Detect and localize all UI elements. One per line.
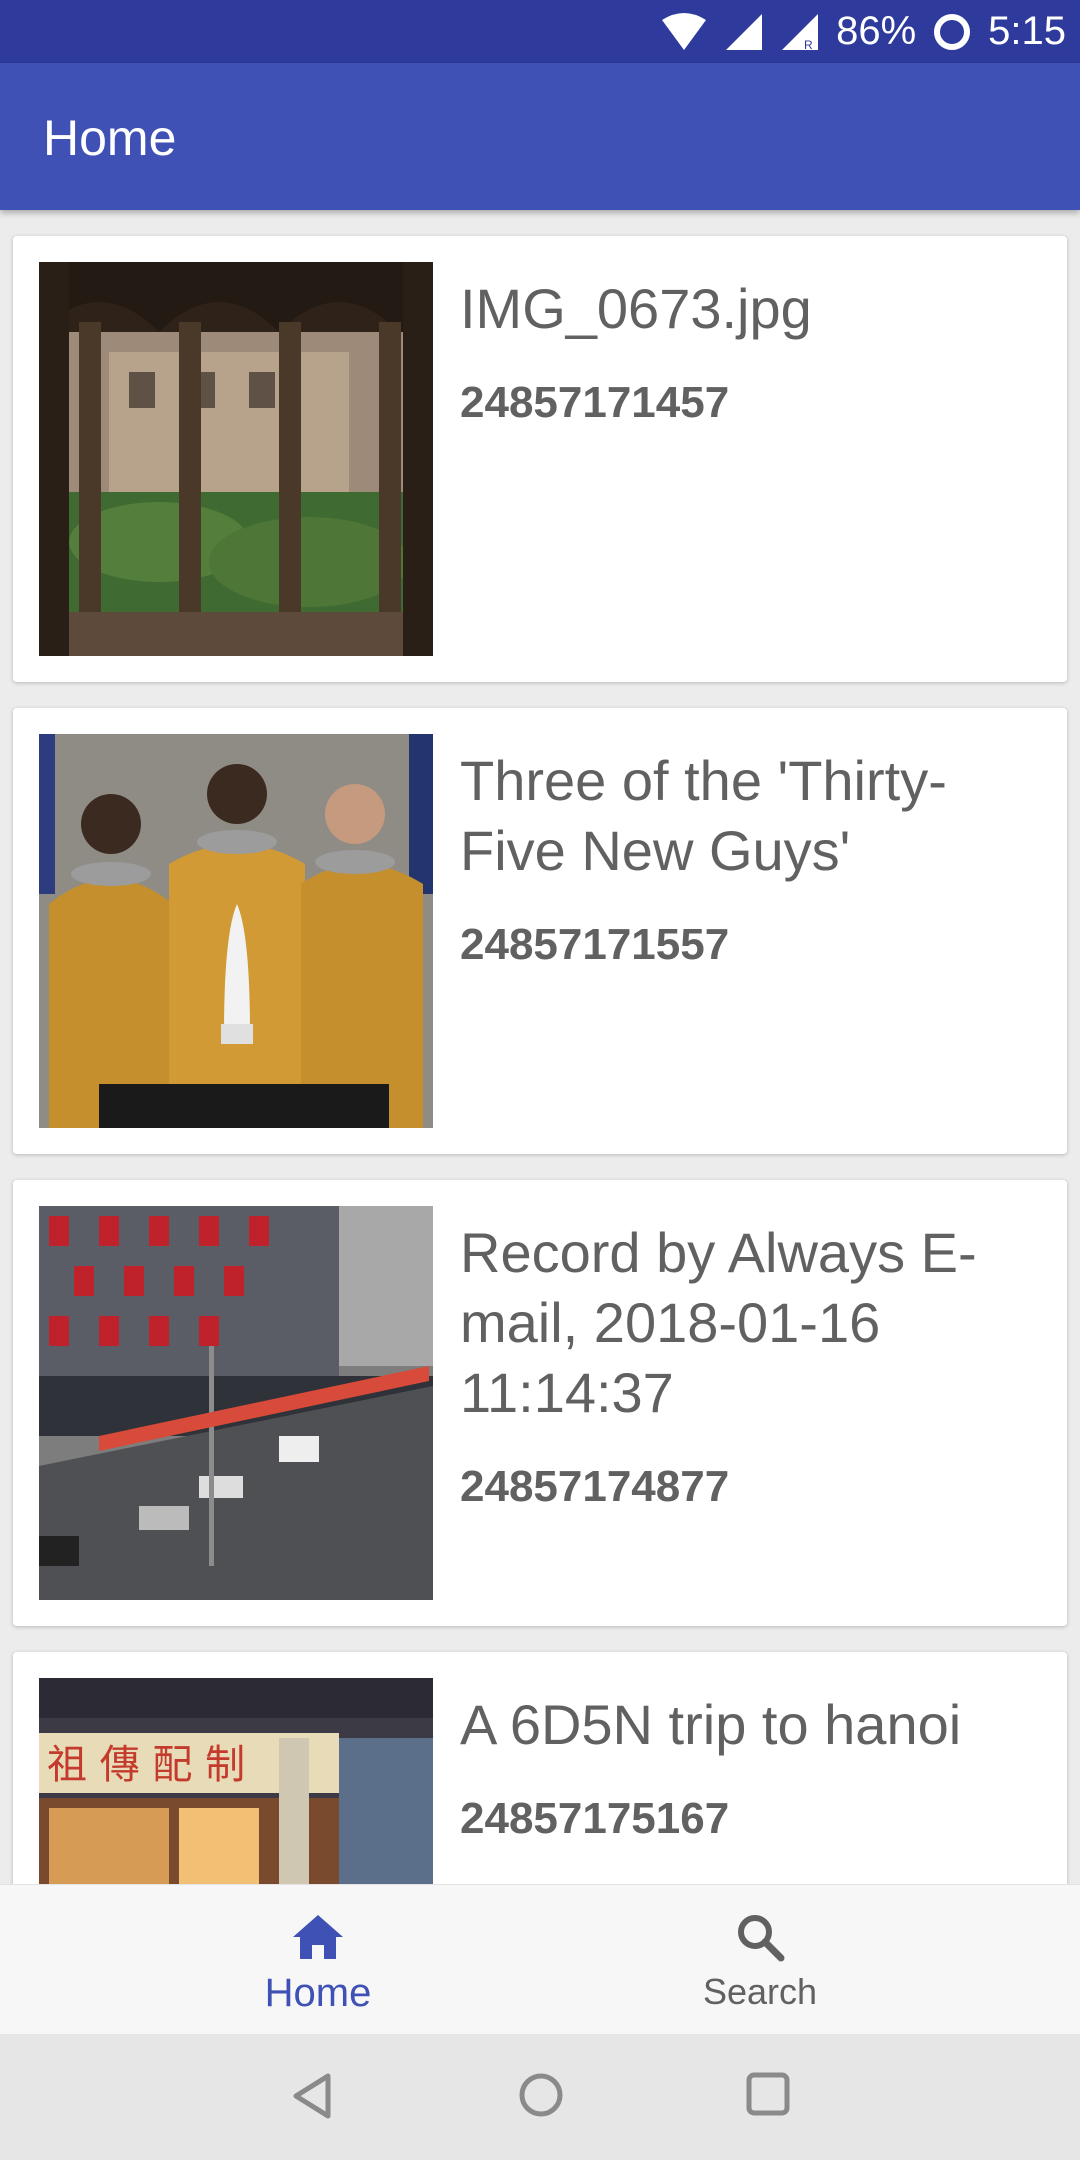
cloister-photo bbox=[39, 262, 433, 656]
street-photo bbox=[39, 1206, 433, 1600]
card-id: 24857171557 bbox=[460, 920, 730, 969]
page-title: Home bbox=[43, 110, 177, 166]
feed-card[interactable]: IMG_0673.jpg 24857171457 bbox=[13, 236, 1067, 682]
feed-card[interactable]: 祖 傳 配 制 A 6D5N trip to hanoi 24857175167 bbox=[13, 1652, 1067, 1884]
feed-list[interactable]: IMG_0673.jpg 24857171457 Three of the 'T… bbox=[0, 210, 1080, 1884]
nav-search-label: Search bbox=[702, 1971, 818, 2012]
svg-text:祖 傳 配 制: 祖 傳 配 制 bbox=[47, 1742, 245, 1788]
bottom-navigation: Home Search bbox=[0, 1884, 1080, 2034]
signal-roaming-icon: R bbox=[780, 12, 820, 52]
nav-home-label: Home bbox=[264, 1971, 372, 2015]
status-bar: R 86% 5:15 bbox=[0, 0, 1080, 63]
recents-icon[interactable] bbox=[746, 2072, 790, 2121]
storefront-photo: 祖 傳 配 制 bbox=[39, 1678, 433, 1884]
battery-icon bbox=[932, 12, 972, 52]
svg-text:R: R bbox=[804, 38, 813, 52]
wifi-icon bbox=[660, 12, 708, 52]
astronauts-photo bbox=[39, 734, 433, 1128]
battery-percent: 86% bbox=[836, 9, 917, 53]
feed-card[interactable]: Three of the 'Thirty-Five New Guys' 2485… bbox=[13, 708, 1067, 1154]
card-id: 24857174877 bbox=[460, 1462, 730, 1511]
home-circle-icon[interactable] bbox=[518, 2072, 564, 2123]
back-icon[interactable] bbox=[290, 2072, 332, 2125]
card-title: A 6D5N trip to hanoi bbox=[460, 1693, 962, 1756]
system-navigation-bar bbox=[0, 2034, 1080, 2160]
card-id: 24857175167 bbox=[460, 1794, 730, 1843]
feed-card[interactable]: Record by Always E-mail, 2018-01-16 11:1… bbox=[13, 1180, 1067, 1626]
search-icon bbox=[735, 1909, 785, 1965]
app-bar: Home bbox=[0, 63, 1080, 210]
card-title: Three of the 'Thirty-Five New Guys' bbox=[460, 749, 947, 882]
card-id: 24857171457 bbox=[460, 378, 730, 427]
signal-icon bbox=[724, 12, 764, 52]
card-title: IMG_0673.jpg bbox=[460, 277, 812, 340]
home-icon bbox=[291, 1909, 345, 1965]
clock: 5:15 bbox=[988, 9, 1066, 53]
card-title: Record by Always E-mail, 2018-01-16 11:1… bbox=[460, 1221, 977, 1424]
nav-search[interactable]: Search bbox=[490, 1885, 1030, 2035]
